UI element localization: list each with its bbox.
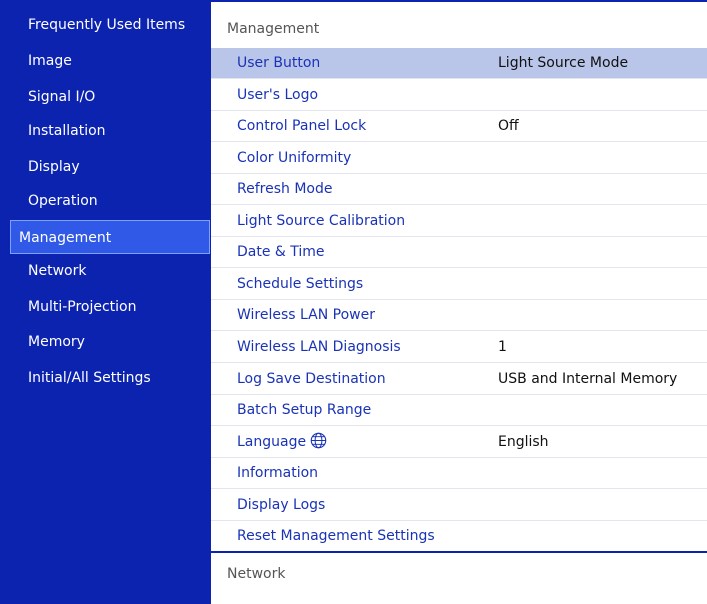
top-border xyxy=(211,0,707,2)
sidebar-item-signal-io[interactable]: Signal I/O xyxy=(8,80,211,114)
menu-row-log-save-destination[interactable]: Log Save Destination USB and Internal Me… xyxy=(211,364,707,395)
menu-row-user-button[interactable]: User Button Light Source Mode xyxy=(211,48,707,79)
row-label: Language xyxy=(237,434,307,450)
row-label: Batch Setup Range xyxy=(237,402,372,418)
sidebar-menu: Frequently Used Items Image Signal I/O I… xyxy=(0,0,211,604)
menu-row-users-logo[interactable]: User's Logo xyxy=(211,80,707,111)
sidebar-item-network[interactable]: Network xyxy=(8,254,211,288)
row-label: Date & Time xyxy=(237,244,325,260)
menu-row-display-logs[interactable]: Display Logs xyxy=(211,490,707,521)
sidebar-item-installation[interactable]: Installation xyxy=(8,114,211,148)
row-value: Light Source Mode xyxy=(498,55,629,71)
row-label: Color Uniformity xyxy=(237,150,352,166)
sidebar-item-image[interactable]: Image xyxy=(8,44,211,78)
menu-row-date-time[interactable]: Date & Time xyxy=(211,237,707,268)
sidebar-item-operation[interactable]: Operation xyxy=(8,184,211,218)
menu-row-light-source-calibration[interactable]: Light Source Calibration xyxy=(211,206,707,237)
settings-panel: Management User Button Light Source Mode… xyxy=(211,0,707,604)
row-value: English xyxy=(498,434,549,450)
menu-row-refresh-mode[interactable]: Refresh Mode xyxy=(211,174,707,205)
row-label: Display Logs xyxy=(237,497,326,513)
menu-row-information[interactable]: Information xyxy=(211,458,707,489)
row-label: User Button xyxy=(237,55,321,71)
sidebar-item-multi-projection[interactable]: Multi-Projection xyxy=(8,290,211,324)
row-label: Schedule Settings xyxy=(237,276,364,292)
row-label: Refresh Mode xyxy=(237,181,333,197)
row-value: 1 xyxy=(498,339,507,355)
row-label: Light Source Calibration xyxy=(237,213,406,229)
row-label: Log Save Destination xyxy=(237,371,386,387)
section-divider xyxy=(211,551,707,553)
section-header-management: Management xyxy=(227,21,320,37)
menu-row-language[interactable]: Language English xyxy=(211,427,707,458)
sidebar-item-initial-all-settings[interactable]: Initial/All Settings xyxy=(8,361,211,395)
menu-row-schedule-settings[interactable]: Schedule Settings xyxy=(211,269,707,300)
row-value: USB and Internal Memory xyxy=(498,371,678,387)
sidebar-item-display[interactable]: Display xyxy=(8,150,211,184)
row-label: User's Logo xyxy=(237,87,319,103)
row-value: Off xyxy=(498,118,519,134)
row-label: Control Panel Lock xyxy=(237,118,367,134)
menu-row-control-panel-lock[interactable]: Control Panel Lock Off xyxy=(211,111,707,142)
menu-row-batch-setup-range[interactable]: Batch Setup Range xyxy=(211,395,707,426)
sidebar-item-memory[interactable]: Memory xyxy=(8,325,211,359)
menu-row-reset-management-settings[interactable]: Reset Management Settings xyxy=(211,521,707,552)
sidebar-item-frequently-used-items[interactable]: Frequently Used Items xyxy=(8,8,211,42)
row-label: Wireless LAN Power xyxy=(237,307,375,323)
menu-row-wireless-lan-power[interactable]: Wireless LAN Power xyxy=(211,300,707,331)
row-label: Reset Management Settings xyxy=(237,528,435,544)
globe-icon xyxy=(310,432,327,449)
menu-row-wireless-lan-diagnosis[interactable]: Wireless LAN Diagnosis 1 xyxy=(211,332,707,363)
section-header-network: Network xyxy=(227,566,286,582)
row-label-wrap: Language xyxy=(237,427,327,458)
row-label: Information xyxy=(237,465,319,481)
sidebar-item-management[interactable]: Management xyxy=(10,220,210,254)
menu-row-color-uniformity[interactable]: Color Uniformity xyxy=(211,143,707,174)
row-label: Wireless LAN Diagnosis xyxy=(237,339,401,355)
